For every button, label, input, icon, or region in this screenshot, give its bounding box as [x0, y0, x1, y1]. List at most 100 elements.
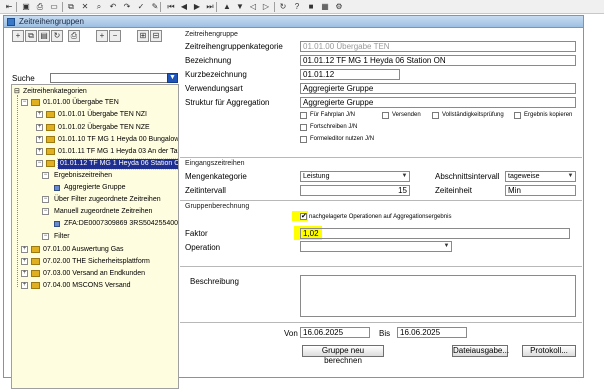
folder-icon: [31, 258, 40, 265]
refresh-icon[interactable]: ↻: [51, 30, 63, 42]
mengenkategorie-value: Leistung: [303, 173, 330, 180]
print-icon[interactable]: ⎙: [68, 30, 80, 42]
abschnittsintervall-select[interactable]: tageweise ▼: [505, 171, 576, 182]
collapse-icon[interactable]: −: [109, 30, 121, 42]
formeleditor-checkbox[interactable]: [300, 136, 307, 143]
abschnittsintervall-value: tageweise: [508, 173, 540, 180]
fortschreiben-checkbox[interactable]: [300, 124, 307, 131]
refresh-icon[interactable]: ↻: [278, 2, 288, 12]
collapse-toggle-icon[interactable]: −: [42, 196, 49, 203]
right-icon[interactable]: ▷: [261, 2, 271, 12]
bezeichnung-field[interactable]: 01.01.12 TF MG 1 Heyda 06 Station ON: [300, 55, 576, 66]
ergebnis-kopieren-checkbox[interactable]: [514, 112, 521, 119]
abschnittsintervall-label: Abschnittsintervall: [435, 172, 500, 181]
tree-item-label: ZFA:DE0007309869 3RS504255400: [64, 220, 179, 227]
vollstaendigkeit-checkbox[interactable]: [432, 112, 439, 119]
search-input[interactable]: [50, 73, 168, 83]
paste-icon[interactable]: ▤: [38, 30, 50, 42]
search-dropdown-icon[interactable]: ▼: [167, 73, 178, 83]
save-icon[interactable]: ▣: [21, 2, 31, 12]
kategorie-label: Zeitreihengruppenkategorie: [185, 42, 283, 51]
undo-icon[interactable]: ↶: [108, 2, 118, 12]
folder-icon: [31, 99, 40, 106]
toolbar-separator: [62, 2, 63, 12]
folder-icon: [46, 124, 55, 131]
protokoll-button[interactable]: Protokoll...: [522, 345, 576, 357]
section-eingangszeitreihen: Eingangszeitreihen: [185, 160, 245, 167]
struktur-field[interactable]: Aggregierte Gruppe: [300, 97, 576, 108]
nav-first-icon[interactable]: ⇤: [4, 2, 14, 12]
vollstaendigkeit-label: Vollständigkeitsprüfung: [442, 112, 504, 118]
tree-item-label: 07.04.00 MSCONS Versand: [43, 282, 131, 289]
settings-icon[interactable]: ⚙: [334, 2, 344, 12]
versenden-checkbox[interactable]: [382, 112, 389, 119]
prev-icon[interactable]: ◀: [179, 2, 189, 12]
stop-icon[interactable]: ■: [306, 2, 316, 12]
fahrplan-checkbox[interactable]: [300, 112, 307, 119]
add-icon[interactable]: +: [12, 30, 24, 42]
tree-item-label: Über Filter zugeordnete Zeitreihen: [54, 196, 161, 203]
copy-icon[interactable]: ⧉: [66, 2, 76, 12]
expand-toggle-icon[interactable]: +: [21, 270, 28, 277]
detail-form: Zeitreihengruppe Zeitreihengruppenkatego…: [180, 26, 582, 365]
tree-item-label: 01.01.01 Übergabe TEN NZI: [58, 111, 147, 118]
last-record-icon[interactable]: ⏭: [205, 2, 215, 12]
left-icon[interactable]: ◁: [248, 2, 258, 12]
expand-toggle-icon[interactable]: +: [36, 148, 43, 155]
edit-icon[interactable]: ✎: [150, 2, 160, 12]
zeitintervall-field[interactable]: 15: [300, 185, 410, 196]
expand-icon[interactable]: +: [96, 30, 108, 42]
expand-toggle-icon[interactable]: +: [36, 111, 43, 118]
collapse-toggle-icon[interactable]: −: [42, 208, 49, 215]
redo-icon[interactable]: ↷: [122, 2, 132, 12]
verwendungsart-field[interactable]: Aggregierte Gruppe: [300, 83, 576, 94]
series-icon: [54, 221, 60, 227]
collapse-toggle-icon[interactable]: −: [42, 233, 49, 240]
first-record-icon[interactable]: ⏮: [166, 2, 176, 12]
collapse-all-icon[interactable]: ⊟: [150, 30, 162, 42]
bis-field[interactable]: 16.06.2025: [397, 327, 467, 338]
question-icon[interactable]: ?: [292, 2, 302, 12]
faktor-field[interactable]: 1,02: [300, 228, 570, 239]
expand-toggle-icon[interactable]: +: [21, 258, 28, 265]
expand-toggle-icon[interactable]: +: [21, 282, 28, 289]
struktur-label: Struktur für Aggregation: [185, 98, 270, 107]
delete-icon[interactable]: ✕: [80, 2, 90, 12]
check-icon[interactable]: ✓: [136, 2, 146, 12]
down-icon[interactable]: ▼: [235, 2, 245, 12]
find-icon[interactable]: ⌕: [94, 2, 104, 12]
next-icon[interactable]: ▶: [192, 2, 202, 12]
ergebnis-kopieren-label: Ergebnis kopieren: [524, 112, 573, 118]
tree-item-label: Filter: [54, 233, 70, 240]
kurzbezeichnung-field[interactable]: 01.01.12: [300, 69, 400, 80]
mengenkategorie-select[interactable]: Leistung ▼: [300, 171, 410, 182]
dateiausgabe-button[interactable]: Dateiausgabe...: [452, 345, 509, 357]
tree-item-label: 07.02.00 THE Sicherheitsplattform: [43, 258, 150, 265]
beschreibung-field[interactable]: [300, 275, 576, 317]
print-icon[interactable]: ⎙: [35, 2, 45, 12]
folder-icon: [46, 111, 55, 118]
zeitintervall-label: Zeitintervall: [185, 186, 226, 195]
new-icon[interactable]: ▭: [49, 2, 59, 12]
copy-icon[interactable]: ⧉: [25, 30, 37, 42]
folder-icon: [31, 282, 40, 289]
gruppe-neu-berechnen-button[interactable]: Gruppe neu berechnen: [302, 345, 384, 365]
chart-icon[interactable]: ▦: [320, 2, 330, 12]
chevron-down-icon: ▼: [443, 243, 450, 249]
tree-item-label: 01.01.11 TF MG 1 Heyda 03 An der Talsper: [58, 148, 179, 155]
expand-toggle-icon[interactable]: +: [36, 136, 43, 143]
collapse-toggle-icon[interactable]: −: [42, 172, 49, 179]
divider: [180, 322, 582, 323]
up-icon[interactable]: ▲: [222, 2, 232, 12]
expand-all-icon[interactable]: ⊞: [137, 30, 149, 42]
collapse-toggle-icon[interactable]: −: [36, 160, 43, 167]
collapse-toggle-icon[interactable]: −: [21, 99, 28, 106]
expand-toggle-icon[interactable]: +: [36, 124, 43, 131]
operation-select[interactable]: ▼: [300, 241, 452, 252]
nachgelagert-checkbox[interactable]: ✔: [300, 213, 307, 220]
expand-toggle-icon[interactable]: +: [21, 246, 28, 253]
chevron-down-icon: ▼: [567, 173, 574, 179]
tree-item-label: 01.01.12 TF MG 1 Heyda 06 Station ON: [57, 158, 178, 170]
zeiteinheit-field[interactable]: Min: [505, 185, 576, 196]
von-field[interactable]: 16.06.2025: [300, 327, 370, 338]
